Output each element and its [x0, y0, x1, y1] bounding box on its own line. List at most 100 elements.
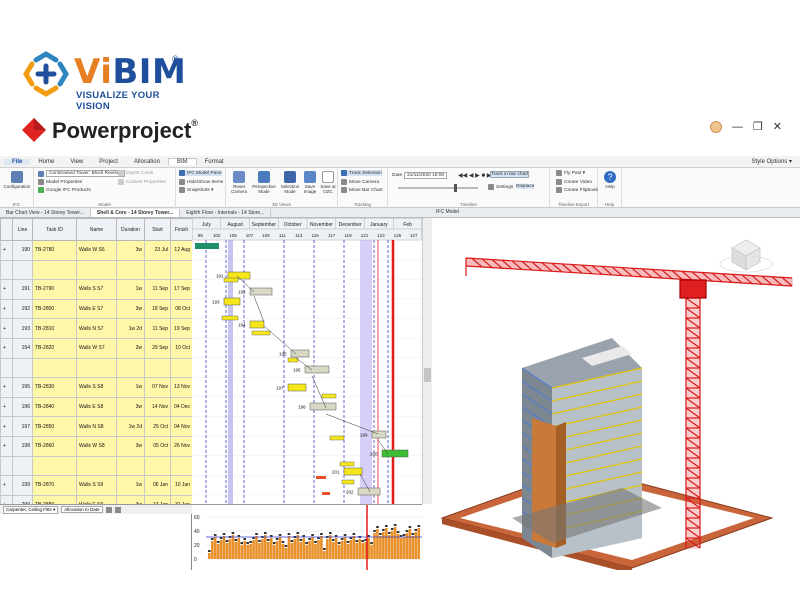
cell-finish[interactable]: 19 Sep — [170, 318, 193, 339]
settings-button[interactable]: Settings — [488, 184, 513, 190]
ifc-model-pane-button[interactable]: IFC Model Pane — [179, 170, 222, 176]
cell-task-id[interactable] — [32, 455, 77, 477]
cell-start[interactable]: 11 Sep — [144, 318, 171, 339]
configuration-button[interactable]: Configuration — [1, 171, 33, 189]
cell-start[interactable]: 23 Jul — [144, 240, 171, 261]
user-avatar-icon[interactable] — [709, 120, 722, 133]
help-button[interactable]: ? Help — [600, 171, 620, 189]
cell-task-id[interactable]: TB-2790 — [32, 279, 77, 300]
timeline-slider-thumb[interactable] — [454, 184, 457, 192]
header-start[interactable]: Start — [144, 218, 171, 241]
cell-finish[interactable]: 13 Nov — [170, 377, 193, 398]
doc-tab-eighth-floor[interactable]: Eighth Floor - Internals - 14 Store... — [180, 209, 272, 217]
cell-name[interactable]: Walls W S7 — [76, 337, 117, 359]
cell-task-id[interactable]: TB-2820 — [32, 337, 77, 359]
cell-finish[interactable]: 08 Oct — [170, 298, 193, 320]
close-icon[interactable]: ✕ — [773, 120, 782, 133]
cell-task-id[interactable]: TB-2810 — [32, 318, 77, 339]
table-row[interactable] — [0, 259, 193, 281]
cell-duration[interactable]: 3w — [116, 298, 145, 320]
cell-line[interactable]: 197 — [12, 416, 33, 437]
cell-name[interactable]: Walls E S8 — [76, 396, 117, 418]
cell-finish[interactable] — [170, 259, 193, 281]
doc-tab-bar-chart[interactable]: Bar Chart View - 14 Storey Tower... — [0, 209, 91, 217]
cell-duration[interactable]: 2w — [116, 337, 145, 359]
table-row[interactable]: +194 TB-2820 Walls W S7 2w 29 Sep 10 Oct — [0, 337, 193, 359]
restore-icon[interactable]: ❐ — [753, 120, 763, 133]
cell-start[interactable]: 18 Sep — [144, 298, 171, 320]
scroll-thumb[interactable] — [424, 368, 431, 382]
cell-line[interactable]: 196 — [12, 396, 33, 418]
header-finish[interactable]: Finish — [170, 218, 193, 241]
timeline-slider[interactable] — [398, 187, 478, 189]
snapshots-button[interactable]: Snapshots ▾ — [179, 187, 213, 193]
cell-line[interactable] — [12, 259, 33, 281]
create-flipbook-button[interactable]: Create Flipbook — [556, 187, 598, 193]
table-row[interactable]: +193 TB-2810 Walls N S7 1w 2d 11 Sep 19 Sep — [0, 318, 193, 339]
histogram-option-icon[interactable] — [114, 506, 121, 513]
cell-line[interactable]: 198 — [12, 435, 33, 457]
cell-line[interactable]: 195 — [12, 377, 33, 398]
tab-project[interactable]: Project — [91, 159, 126, 165]
cell-start[interactable]: 07 Nov — [144, 377, 171, 398]
ifc-model-viewport[interactable] — [432, 218, 800, 574]
table-row[interactable]: +198 TB-2860 Walls W S8 3w 05 Oct 26 Nov — [0, 435, 193, 457]
table-row[interactable]: +197 TB-2850 Walls N S8 1w 2d 25 Oct 04 Nov — [0, 416, 193, 437]
cell-duration[interactable] — [116, 455, 145, 477]
nav-cube-icon[interactable] — [719, 239, 773, 273]
cell-duration[interactable]: 1w 2d — [116, 318, 145, 339]
create-video-button[interactable]: Create Video — [556, 179, 592, 185]
reset-camera-button[interactable]: Reset Camera — [229, 171, 249, 194]
cell-name[interactable]: Walls E S7 — [76, 298, 117, 320]
custom-properties-button[interactable]: Custom Properties — [118, 179, 166, 185]
cell-task-id[interactable]: TB-2850 — [32, 416, 77, 437]
cell-task-id[interactable] — [32, 357, 77, 379]
doc-tab-shell-core[interactable]: Shell & Core - 14 Storey Tower... — [90, 209, 181, 217]
cell-duration[interactable]: 3w — [116, 396, 145, 418]
cell-start[interactable]: 14 Nov — [144, 396, 171, 418]
table-row[interactable]: +199 TB-2870 Walls S S9 1w 06 Jan 10 Jan — [0, 475, 193, 496]
cell-start[interactable] — [144, 455, 171, 477]
model-properties-button[interactable]: Model Properties — [38, 179, 82, 185]
cell-duration[interactable]: 1w — [116, 475, 145, 496]
table-row[interactable]: +195 TB-2830 Walls S S8 1w 07 Nov 13 Nov — [0, 377, 193, 398]
cell-start[interactable] — [144, 357, 171, 379]
cell-duration[interactable]: 3w — [116, 240, 145, 261]
import-costs-button[interactable]: Import Costs — [118, 170, 153, 176]
cell-line[interactable]: 199 — [12, 475, 33, 496]
track-selection-button[interactable]: Track Selection — [341, 170, 382, 176]
header-task-id[interactable]: Task ID — [32, 218, 77, 241]
tab-allocation[interactable]: Allocation — [126, 159, 168, 165]
cell-name[interactable]: Walls N S8 — [76, 416, 117, 437]
cell-finish[interactable]: 10 Oct — [170, 337, 193, 359]
cell-duration[interactable]: 1w — [116, 279, 145, 300]
table-row[interactable]: +192 TB-2800 Walls E S7 3w 18 Sep 08 Oct — [0, 298, 193, 320]
tab-bim[interactable]: BIM — [167, 158, 197, 165]
cell-finish[interactable]: 04 Dec — [170, 396, 193, 418]
minimize-icon[interactable]: — — [732, 121, 743, 133]
cell-duration[interactable]: 1w 2d — [116, 416, 145, 437]
table-row[interactable] — [0, 357, 193, 379]
cell-name[interactable]: Walls N S7 — [76, 318, 117, 339]
cell-start[interactable]: 11 Sep — [144, 279, 171, 300]
cell-duration[interactable]: 1w — [116, 377, 145, 398]
allocation-select[interactable]: Allocation to Date — [61, 506, 103, 513]
cell-line[interactable] — [12, 357, 33, 379]
cell-name[interactable] — [76, 357, 117, 379]
cell-name[interactable]: Walls W S8 — [76, 435, 117, 457]
cell-start[interactable]: 29 Sep — [144, 337, 171, 359]
table-row[interactable] — [0, 455, 193, 477]
cell-task-id[interactable]: TB-2840 — [32, 396, 77, 418]
cell-duration[interactable] — [116, 357, 145, 379]
cell-finish[interactable]: 17 Sep — [170, 279, 193, 300]
tab-format[interactable]: Format — [197, 159, 232, 165]
cell-task-id[interactable]: TB-2870 — [32, 475, 77, 496]
google-ifc-button[interactable]: Google IFC Products — [38, 187, 91, 193]
cell-task-id[interactable]: TB-2780 — [32, 240, 77, 261]
hide-show-items-button[interactable]: Hide/Show Items — [179, 179, 223, 185]
resource-select[interactable]: Carpenter, Ceiling Fitts ▾ — [3, 505, 59, 514]
table-row[interactable]: +196 TB-2840 Walls E S8 3w 14 Nov 04 Dec — [0, 396, 193, 418]
cell-name[interactable] — [76, 455, 117, 477]
perspective-mode-button[interactable]: Perspective Mode — [251, 171, 277, 194]
cell-name[interactable]: Walls S S8 — [76, 377, 117, 398]
